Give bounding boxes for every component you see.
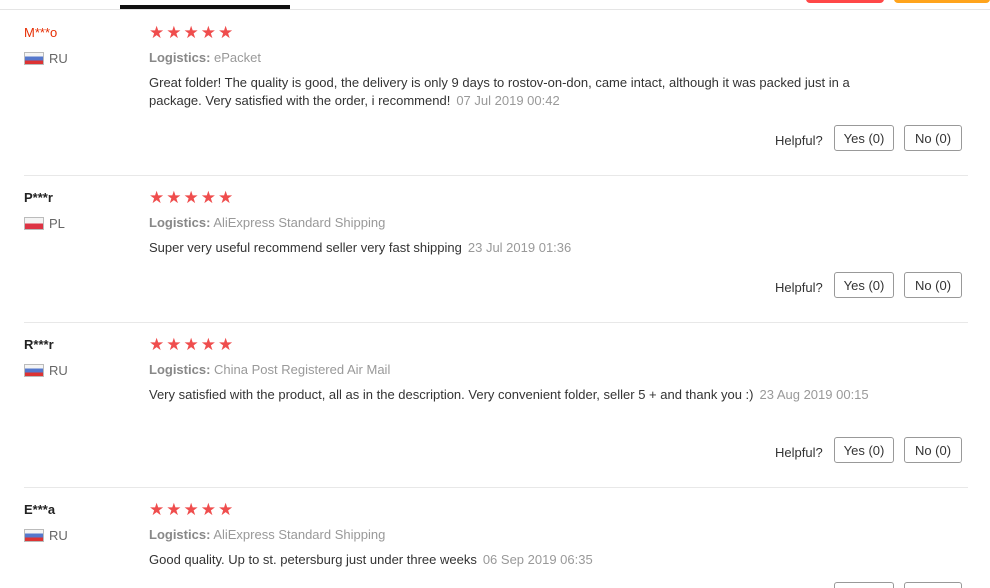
star-icon: ★ [200, 335, 216, 355]
helpful-label: Helpful? [775, 280, 823, 295]
review-body: Very satisfied with the product, all as … [149, 386, 869, 404]
star-icon: ★ [218, 335, 234, 355]
helpful-no-button[interactable]: No (0) [904, 437, 962, 463]
top-action-button-orange[interactable] [894, 0, 990, 3]
star-icon: ★ [149, 188, 165, 208]
review-text: Very satisfied with the product, all as … [149, 387, 754, 402]
star-icon: ★ [166, 23, 182, 43]
star-icon: ★ [218, 23, 234, 43]
logistics-label: Logistics: [149, 527, 211, 542]
star-rating: ★ ★ ★ ★ ★ [149, 337, 233, 354]
reviewer-name: E***a [24, 502, 56, 517]
star-icon: ★ [200, 188, 216, 208]
helpful-yes-button[interactable] [834, 582, 894, 588]
helpful-yes-button[interactable]: Yes (0) [834, 437, 894, 463]
country-code: RU [49, 528, 68, 543]
star-icon: ★ [218, 188, 234, 208]
star-icon: ★ [166, 500, 182, 520]
country-code: PL [49, 216, 65, 231]
reviewer-name: R***r [24, 337, 54, 352]
logistics-method: AliExpress Standard Shipping [213, 527, 386, 542]
helpful-yes-button[interactable]: Yes (0) [834, 125, 894, 151]
reviewer-country: RU [24, 363, 68, 378]
helpful-no-button[interactable]: No (0) [904, 125, 962, 151]
review-text: Good quality. Up to st. petersburg just … [149, 552, 477, 567]
review-date: 06 Sep 2019 06:35 [482, 552, 593, 567]
logistics-method: China Post Registered Air Mail [214, 362, 391, 377]
star-rating: ★ ★ ★ ★ ★ [149, 502, 233, 519]
star-icon: ★ [166, 188, 182, 208]
top-action-button-red[interactable] [806, 0, 884, 3]
reviewer-country: RU [24, 528, 68, 543]
logistics-info: Logistics: AliExpress Standard Shipping [149, 215, 385, 230]
logistics-label: Logistics: [149, 215, 211, 230]
logistics-label: Logistics: [149, 50, 211, 65]
review-divider [24, 322, 968, 323]
star-rating: ★ ★ ★ ★ ★ [149, 190, 233, 207]
logistics-info: Logistics: AliExpress Standard Shipping [149, 527, 385, 542]
helpful-no-button[interactable]: No (0) [904, 272, 962, 298]
reviewer-name: P***r [24, 190, 53, 205]
review-text: Super very useful recommend seller very … [149, 240, 462, 255]
helpful-no-button[interactable] [904, 582, 962, 588]
country-code: RU [49, 51, 68, 66]
helpful-label: Helpful? [775, 133, 823, 148]
logistics-info: Logistics: ePacket [149, 50, 261, 65]
star-icon: ★ [149, 500, 165, 520]
reviewer-name: M***o [24, 25, 58, 40]
reviewer-country: RU [24, 51, 68, 66]
star-icon: ★ [200, 23, 216, 43]
review-date: 07 Jul 2019 00:42 [456, 93, 560, 108]
reviewer-country: PL [24, 216, 65, 231]
star-rating: ★ ★ ★ ★ ★ [149, 25, 233, 42]
star-icon: ★ [183, 23, 199, 43]
review-date: 23 Aug 2019 00:15 [759, 387, 869, 402]
tab-divider [0, 9, 990, 10]
review-body: Good quality. Up to st. petersburg just … [149, 551, 869, 569]
helpful-yes-button[interactable]: Yes (0) [834, 272, 894, 298]
review-divider [24, 175, 968, 176]
star-icon: ★ [149, 335, 165, 355]
country-code: RU [49, 363, 68, 378]
star-icon: ★ [183, 188, 199, 208]
review-body: Super very useful recommend seller very … [149, 239, 869, 257]
flag-ru-icon [24, 52, 44, 65]
review-date: 23 Jul 2019 01:36 [467, 240, 572, 255]
star-icon: ★ [200, 500, 216, 520]
logistics-label: Logistics: [149, 362, 211, 377]
flag-ru-icon [24, 364, 44, 377]
star-icon: ★ [183, 335, 199, 355]
logistics-method: AliExpress Standard Shipping [213, 215, 386, 230]
flag-pl-icon [24, 217, 44, 230]
helpful-label: Helpful? [775, 445, 823, 460]
logistics-method: ePacket [214, 50, 262, 65]
star-icon: ★ [149, 23, 165, 43]
star-icon: ★ [218, 500, 234, 520]
flag-ru-icon [24, 529, 44, 542]
star-icon: ★ [183, 500, 199, 520]
review-divider [24, 487, 968, 488]
star-icon: ★ [166, 335, 182, 355]
logistics-info: Logistics: China Post Registered Air Mai… [149, 362, 390, 377]
review-body: Great folder! The quality is good, the d… [149, 74, 869, 110]
